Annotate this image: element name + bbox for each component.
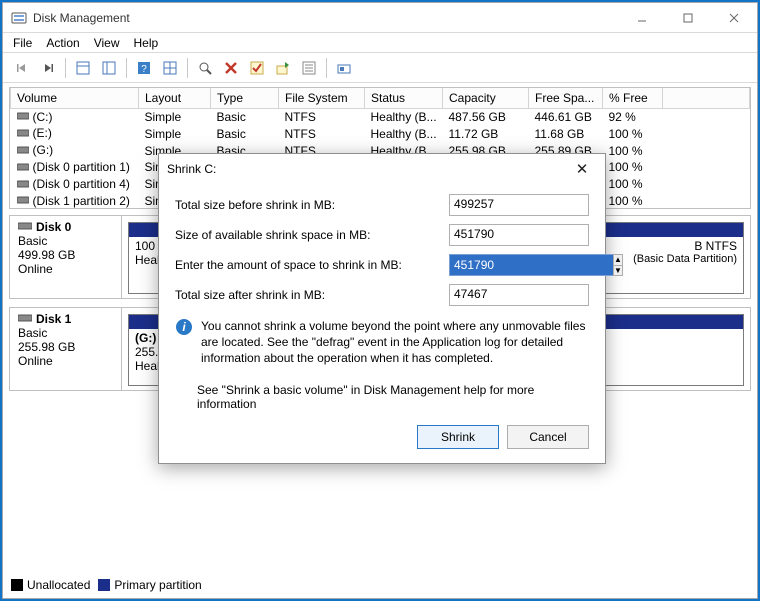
- menu-view[interactable]: View: [94, 36, 120, 50]
- disk-kind: Basic: [18, 234, 113, 248]
- dialog-titlebar[interactable]: Shrink C: ✕: [159, 154, 605, 184]
- shrink-button[interactable]: Shrink: [417, 425, 499, 449]
- close-icon[interactable]: ✕: [567, 160, 597, 178]
- label-size-before: Total size before shrink in MB:: [175, 198, 449, 212]
- disk-name: Disk 0: [36, 220, 71, 234]
- shrink-amount-spinner[interactable]: ▲ ▼: [449, 254, 589, 276]
- info-icon: i: [175, 318, 193, 367]
- col-status[interactable]: Status: [365, 88, 443, 108]
- shrink-amount-input[interactable]: [449, 254, 613, 276]
- table-row[interactable]: (C:)SimpleBasicNTFSHealthy (B...487.56 G…: [11, 108, 750, 125]
- col-capacity[interactable]: Capacity: [443, 88, 529, 108]
- help-icon[interactable]: ?: [132, 56, 156, 80]
- col-free[interactable]: Free Spa...: [529, 88, 603, 108]
- menu-file[interactable]: File: [13, 36, 32, 50]
- label-shrink-amount: Enter the amount of space to shrink in M…: [175, 258, 449, 272]
- hdd-icon: [18, 312, 32, 326]
- forward-button[interactable]: [36, 56, 60, 80]
- toolbar-icon-4[interactable]: [271, 56, 295, 80]
- help-text: See "Shrink a basic volume" in Disk Mana…: [197, 383, 589, 411]
- value-size-before: 499257: [449, 194, 589, 216]
- legend-primary: Primary partition: [114, 578, 201, 592]
- partition-status: (Basic Data Partition): [610, 253, 737, 265]
- check-icon[interactable]: [245, 56, 269, 80]
- disk-size: 499.98 GB: [18, 248, 113, 262]
- disk-state: Online: [18, 262, 113, 276]
- info-text: You cannot shrink a volume beyond the po…: [201, 318, 589, 367]
- value-size-after: 47467: [449, 284, 589, 306]
- toolbar-icon-2[interactable]: [97, 56, 121, 80]
- disk-name: Disk 1: [36, 312, 71, 326]
- hdd-icon: [17, 127, 31, 141]
- col-layout[interactable]: Layout: [139, 88, 211, 108]
- cancel-button[interactable]: Cancel: [507, 425, 589, 449]
- toolbar-icon-5[interactable]: [332, 56, 356, 80]
- window-title: Disk Management: [33, 11, 130, 25]
- legend-unallocated: Unallocated: [27, 578, 90, 592]
- spin-down-button[interactable]: ▼: [614, 266, 622, 276]
- titlebar[interactable]: Disk Management: [3, 3, 757, 33]
- minimize-button[interactable]: [619, 3, 665, 33]
- label-size-after: Total size after shrink in MB:: [175, 288, 449, 302]
- hdd-icon: [17, 110, 31, 124]
- disk-kind: Basic: [18, 326, 113, 340]
- disk-info: Disk 1 Basic 255.98 GB Online: [10, 308, 122, 390]
- menu-action[interactable]: Action: [46, 36, 79, 50]
- col-fs[interactable]: File System: [279, 88, 365, 108]
- delete-icon[interactable]: [219, 56, 243, 80]
- menubar: File Action View Help: [3, 33, 757, 53]
- search-icon[interactable]: [193, 56, 217, 80]
- dialog-title: Shrink C:: [167, 162, 216, 176]
- menu-help[interactable]: Help: [134, 36, 159, 50]
- col-type[interactable]: Type: [211, 88, 279, 108]
- disk-info: Disk 0 Basic 499.98 GB Online: [10, 216, 122, 298]
- disk-management-window: Disk Management File Action View Help ?: [2, 2, 758, 599]
- partition-label: B NTFS: [610, 239, 737, 253]
- col-volume[interactable]: Volume: [11, 88, 139, 108]
- maximize-button[interactable]: [665, 3, 711, 33]
- table-row[interactable]: (E:)SimpleBasicNTFSHealthy (B...11.72 GB…: [11, 125, 750, 142]
- col-pctfree[interactable]: % Free: [603, 88, 663, 108]
- shrink-dialog: Shrink C: ✕ Total size before shrink in …: [158, 153, 606, 464]
- toolbar: ?: [3, 53, 757, 83]
- column-headers[interactable]: Volume Layout Type File System Status Ca…: [11, 88, 750, 108]
- disk-size: 255.98 GB: [18, 340, 113, 354]
- hdd-icon: [18, 220, 32, 234]
- value-size-available: 451790: [449, 224, 589, 246]
- legend: Unallocated Primary partition: [11, 578, 202, 592]
- app-icon: [11, 10, 27, 26]
- toolbar-icon-3[interactable]: [158, 56, 182, 80]
- properties-icon[interactable]: [297, 56, 321, 80]
- toolbar-icon-1[interactable]: [71, 56, 95, 80]
- close-button[interactable]: [711, 3, 757, 33]
- hdd-icon: [17, 178, 31, 192]
- partition-tail[interactable]: B NTFS (Basic Data Partition): [604, 222, 744, 294]
- svg-text:?: ?: [141, 64, 147, 75]
- hdd-icon: [17, 161, 31, 175]
- spin-up-button[interactable]: ▲: [614, 255, 622, 266]
- hdd-icon: [17, 144, 31, 158]
- label-size-available: Size of available shrink space in MB:: [175, 228, 449, 242]
- disk-state: Online: [18, 354, 113, 368]
- back-button[interactable]: [10, 56, 34, 80]
- hdd-icon: [17, 194, 31, 208]
